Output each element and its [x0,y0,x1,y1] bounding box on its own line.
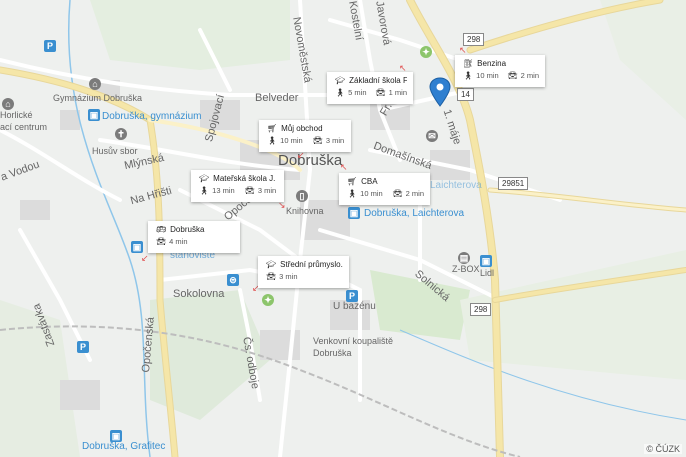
sport-icon[interactable]: ✦ [262,294,274,306]
poi-card-title: Základní škola Fr... [349,76,407,85]
copyright-text: © ČÚZK [644,444,682,454]
place-knihovna: Knihovna [286,206,324,216]
place-centrum: ací centrum [0,122,48,132]
poi-card-cba[interactable]: 🛒︎ CBA 🚶︎ 10 min 🚘︎ 2 min [339,173,430,205]
street-sokolovna: Sokolovna [173,288,225,300]
poi-card-dobruska-bus[interactable]: 🚌︎ Dobruška 🚘︎ 4 min [148,221,240,253]
drive-time: 3 min [279,272,298,281]
cart-icon: 🛒︎ [267,124,278,133]
poi-card-materska-skola[interactable]: 🎓︎ Mateřská škola J. ... 🚶︎ 13 min 🚘︎ 3 min [191,170,284,202]
poi-card-title: CBA [361,177,378,186]
poi-card-title: Benzina [477,59,507,68]
walk-icon: 🚶︎ [267,135,278,145]
car-icon: 🚘︎ [266,271,277,281]
school-icon: 🎓︎ [335,76,346,85]
car-icon: 🚘︎ [375,87,386,97]
car-icon: 🚘︎ [244,185,255,195]
cart-icon: 🛒︎ [347,177,358,186]
map-canvas[interactable]: Dobruška Novoměstská Kostelní Javorová B… [0,0,686,457]
walk-time: 5 min [348,88,367,97]
package-icon[interactable]: ▤ [458,252,470,264]
location-pin-icon[interactable] [429,77,451,107]
gas-station-icon: ⛽︎ [463,59,474,68]
drive-time: 1 min [388,88,407,97]
drive-time: 2 min [405,189,424,198]
poi-card-zakladni-skola[interactable]: 🎓︎Základní škola Fr... 🚶︎5 min 🚘︎1 min [327,72,413,104]
card-pointer-icon: ↙ [141,253,149,263]
poi-card-stredni-skola[interactable]: 🎓︎ Střední průmyslo... 🚘︎ 3 min [258,256,349,288]
building-icon[interactable]: ⌂ [89,78,101,90]
library-icon[interactable]: ▯ [296,190,308,202]
walk-time: 10 min [360,189,383,198]
card-pointer-icon: ↖ [340,162,348,172]
poi-card-title: Můj obchod [281,124,323,133]
bus-stop-icon[interactable]: ▣ [88,109,100,121]
mail-icon[interactable]: ✉ [426,130,438,142]
walk-icon: 🚶︎ [463,70,474,80]
stop-laichterova-label: Dobruška, Laichterova [364,208,465,219]
road-shield-298-south: 298 [470,303,492,316]
poi-card-title: Mateřská škola J. ... [213,174,278,183]
bus-icon: 🚌︎ [156,225,167,234]
place-husuv-sbor: Husův sbor [92,146,138,156]
church-icon[interactable]: ✝ [115,128,127,140]
place-gymnazium: Gymnázium Dobruška [53,93,143,103]
map-base [0,0,686,457]
car-icon[interactable]: ⊜ [227,274,239,286]
bus-stop-icon[interactable]: ▣ [131,241,143,253]
place-koupaliste: Venkovní koupaliště Dobruška [313,336,394,358]
walk-icon: 🚶︎ [199,185,210,195]
poi-card-muj-obchod[interactable]: 🛒︎ Můj obchod 🚶︎ 10 min 🚘︎ 3 min [259,120,351,152]
bus-stop-icon[interactable]: ▣ [348,207,360,219]
drive-time: 4 min [169,237,188,246]
place-horlicke: Horlické [0,110,33,120]
walk-time: 10 min [476,71,499,80]
place-zbox: Z-BOX [452,264,480,274]
car-icon: 🚘︎ [392,188,403,198]
parking-icon[interactable]: P [346,290,358,302]
walk-time: 13 min [212,186,235,195]
car-icon: 🚘︎ [312,135,323,145]
walk-time: 10 min [280,136,303,145]
car-icon: 🚘︎ [156,236,167,246]
town-label: Dobruška [278,152,343,169]
road-shield-14: 14 [457,88,474,101]
road-shield-29851: 29851 [498,177,529,190]
bus-stop-icon[interactable]: ▣ [480,255,492,267]
walk-icon: 🚶︎ [347,188,358,198]
poi-card-benzina[interactable]: ⛽︎ Benzina 🚶︎ 10 min 🚘︎ 2 min [455,55,545,87]
sport-icon[interactable]: ✦ [420,46,432,58]
parking-icon[interactable]: P [77,341,89,353]
drive-time: 3 min [325,136,345,145]
poi-card-title: Dobruška [170,225,205,234]
school-icon: 🎓︎ [199,174,210,183]
bus-stop-icon[interactable]: ▣ [110,430,122,442]
drive-time: 3 min [257,186,277,195]
school-icon: 🎓︎ [266,260,277,269]
car-icon: 🚘︎ [507,70,518,80]
poi-card-title: Střední průmyslo... [280,260,343,269]
walk-icon: 🚶︎ [335,87,346,97]
building-icon[interactable]: ⌂ [2,98,14,110]
parking-icon[interactable]: P [44,40,56,52]
stop-grafitec-label: Dobruška, Grafitec [82,441,166,452]
street-u-bazenu: U bazénu [333,301,376,312]
place-lidl: Lidl [480,268,495,278]
drive-time: 2 min [520,71,539,80]
street-belveder: Belveder [255,92,299,104]
stop-gymnazium-label: Dobruška, gymnázium [102,111,202,122]
stop-laichterova-faded: Laichterova [430,180,482,191]
